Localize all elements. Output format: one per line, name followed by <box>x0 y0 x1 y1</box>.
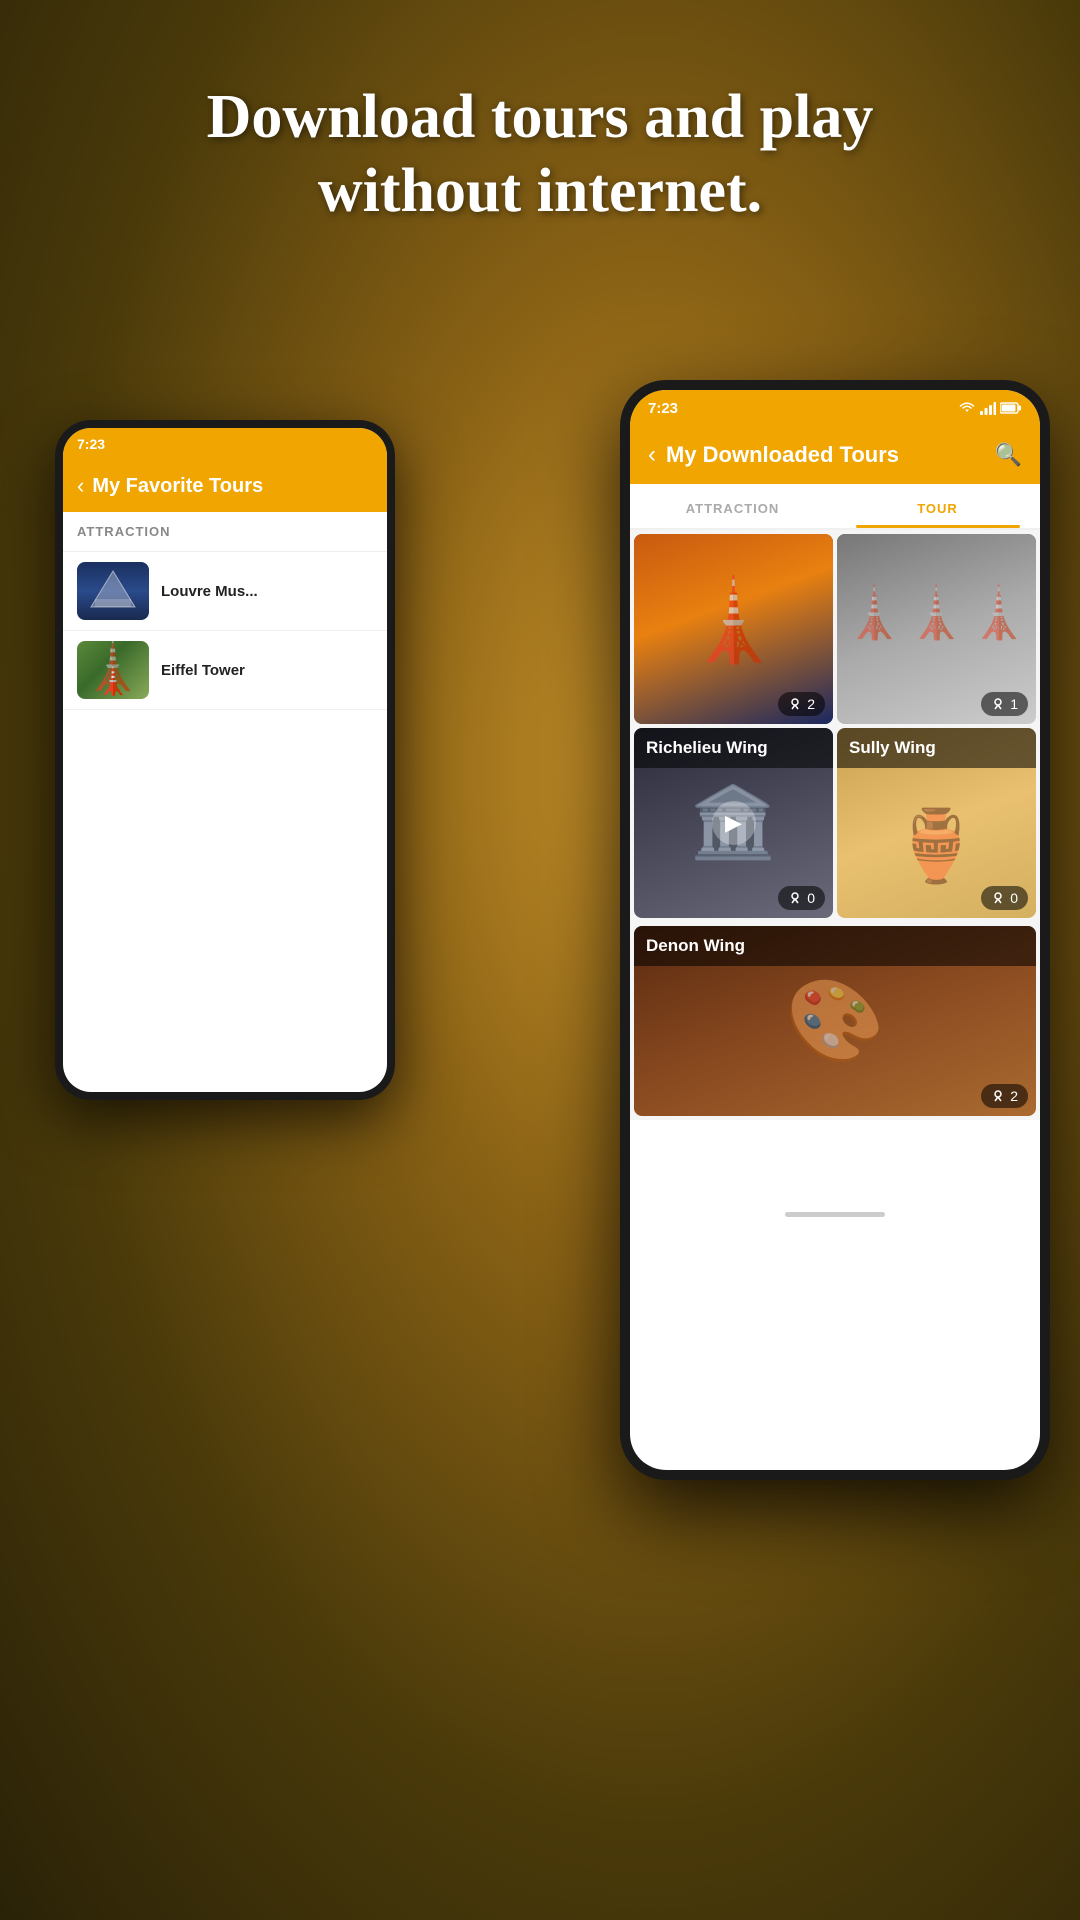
louvre-thumbnail <box>77 562 149 620</box>
sully-count-badge: 0 <box>981 886 1028 910</box>
phone-main-screen: 7:23 <box>630 390 1040 1470</box>
middle-floor-count: 1 <box>1010 696 1018 712</box>
richelieu-count-badge: 0 <box>778 886 825 910</box>
denon-count: 2 <box>1010 1088 1018 1104</box>
marker-icon <box>991 697 1005 711</box>
denon-bg: 🎨 <box>634 926 1036 1116</box>
grid-item-top-floor[interactable]: Top Floor 🗼 2 <box>634 534 833 724</box>
header-left: ‹ My Downloaded Tours <box>648 441 899 469</box>
home-indicator <box>785 1212 885 1217</box>
eiffel-visual: 🗼 <box>634 534 833 668</box>
battery-icon <box>1000 402 1022 414</box>
sully-count: 0 <box>1010 890 1018 906</box>
wifi-icon <box>958 401 976 415</box>
headline-line1: Download tours and play <box>207 83 874 151</box>
grid-item-richelieu[interactable]: Richelieu Wing 🏛️ ▶ 0 <box>634 728 833 918</box>
sully-visual: 🏺 <box>893 806 980 888</box>
denon-count-badge: 2 <box>981 1084 1028 1108</box>
tab-tour-label: TOUR <box>917 501 958 516</box>
middle-floor-visual: 🗼🗼🗼 <box>837 534 1036 643</box>
phone-background: 7:23 ‹ My Favorite Tours ATTRACTION Louv… <box>55 420 395 1100</box>
eiffel-thumbnail: 🗼 <box>77 641 149 699</box>
richelieu-count: 0 <box>807 890 815 906</box>
headline-line2: without internet. <box>318 157 762 225</box>
top-floor-count-badge: 2 <box>778 692 825 716</box>
phone-bg-screen: 7:23 ‹ My Favorite Tours ATTRACTION Louv… <box>63 428 387 1092</box>
eiffel-name: Eiffel Tower <box>161 662 245 679</box>
signal-icon <box>980 401 996 415</box>
headline: Download tours and play without internet… <box>0 0 1080 229</box>
phone-main-time: 7:23 <box>648 400 678 417</box>
denon-section: Denon Wing 🎨 2 <box>630 922 1040 1120</box>
phone-bg-tab-bar: ATTRACTION <box>63 512 387 552</box>
tours-grid: Top Floor 🗼 2 Middle Floor 🗼🗼🗼 <box>630 530 1040 922</box>
status-icons <box>958 401 1022 415</box>
marker-icon <box>991 1089 1005 1103</box>
marker-icon <box>788 891 802 905</box>
grid-item-middle-floor[interactable]: Middle Floor 🗼🗼🗼 1 <box>837 534 1036 724</box>
phone-bg-tab-label[interactable]: ATTRACTION <box>77 524 171 539</box>
phone-main-tab-bar: ATTRACTION TOUR <box>630 484 1040 530</box>
bottom-spacer <box>630 1120 1040 1200</box>
phone-bg-header: ‹ My Favorite Tours <box>63 460 387 512</box>
tab-attraction-label: ATTRACTION <box>686 501 780 516</box>
louvre-name: Louvre Mus... <box>161 583 258 600</box>
middle-floor-count-badge: 1 <box>981 692 1028 716</box>
tab-tour[interactable]: TOUR <box>835 484 1040 528</box>
phone-main: 7:23 <box>620 380 1050 1480</box>
grid-item-denon[interactable]: Denon Wing 🎨 2 <box>634 926 1036 1116</box>
search-icon[interactable]: 🔍 <box>995 442 1022 468</box>
phone-bg-status-bar: 7:23 <box>63 428 387 460</box>
home-indicator-bar <box>630 1200 1040 1228</box>
tab-attraction[interactable]: ATTRACTION <box>630 484 835 528</box>
phone-main-status-bar: 7:23 <box>630 390 1040 426</box>
main-back-arrow-icon[interactable]: ‹ <box>648 441 656 469</box>
marker-icon <box>788 697 802 711</box>
phone-bg-time: 7:23 <box>77 436 105 452</box>
phone-bg-title: My Favorite Tours <box>92 475 263 498</box>
marker-icon <box>991 891 1005 905</box>
list-item[interactable]: 🗼 Eiffel Tower <box>63 631 387 710</box>
play-button[interactable]: ▶ <box>712 801 756 845</box>
list-item[interactable]: Louvre Mus... <box>63 552 387 631</box>
phone-main-title: My Downloaded Tours <box>666 442 899 468</box>
denon-visual: 🎨 <box>785 974 885 1068</box>
phone-main-header: ‹ My Downloaded Tours 🔍 <box>630 426 1040 484</box>
eiffel-icon: 🗼 <box>77 641 149 699</box>
grid-item-sully[interactable]: Sully Wing 🏺 0 <box>837 728 1036 918</box>
top-floor-count: 2 <box>807 696 815 712</box>
back-arrow-icon[interactable]: ‹ <box>77 473 84 499</box>
